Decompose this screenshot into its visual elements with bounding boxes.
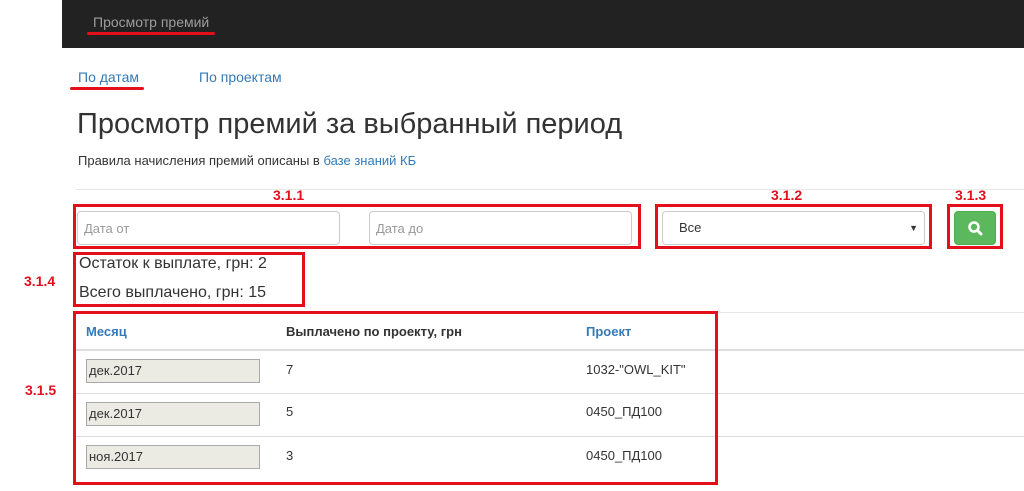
top-navbar: Просмотр премий	[62, 0, 1024, 48]
annotation-box-dates	[73, 204, 641, 249]
annotation-box-table	[73, 311, 718, 485]
knowledge-base-link[interactable]: базе знаний КБ	[323, 153, 416, 168]
tab-by-projects[interactable]: По проектам	[199, 69, 282, 85]
divider	[76, 189, 1024, 190]
brand-underline-marker	[87, 32, 215, 35]
annotation-label-3-1-5: 3.1.5	[25, 382, 57, 398]
page-title: Просмотр премий за выбранный период	[77, 108, 623, 140]
subtitle-text: Правила начисления премий описаны в	[78, 153, 324, 168]
annotation-label-3-1-1: 3.1.1	[273, 187, 305, 203]
navbar-brand[interactable]: Просмотр премий	[93, 14, 209, 30]
annotation-box-project	[655, 204, 932, 249]
page-subtitle: Правила начисления премий описаны в базе…	[78, 153, 416, 168]
annotation-label-3-1-3: 3.1.3	[955, 187, 987, 203]
annotation-box-search	[947, 204, 1003, 249]
tab-by-dates[interactable]: По датам	[78, 69, 139, 85]
annotation-box-stats	[73, 252, 305, 307]
tab-underline-marker	[70, 87, 144, 90]
annotation-label-3-1-4: 3.1.4	[24, 273, 56, 289]
annotation-label-3-1-2: 3.1.2	[771, 187, 803, 203]
